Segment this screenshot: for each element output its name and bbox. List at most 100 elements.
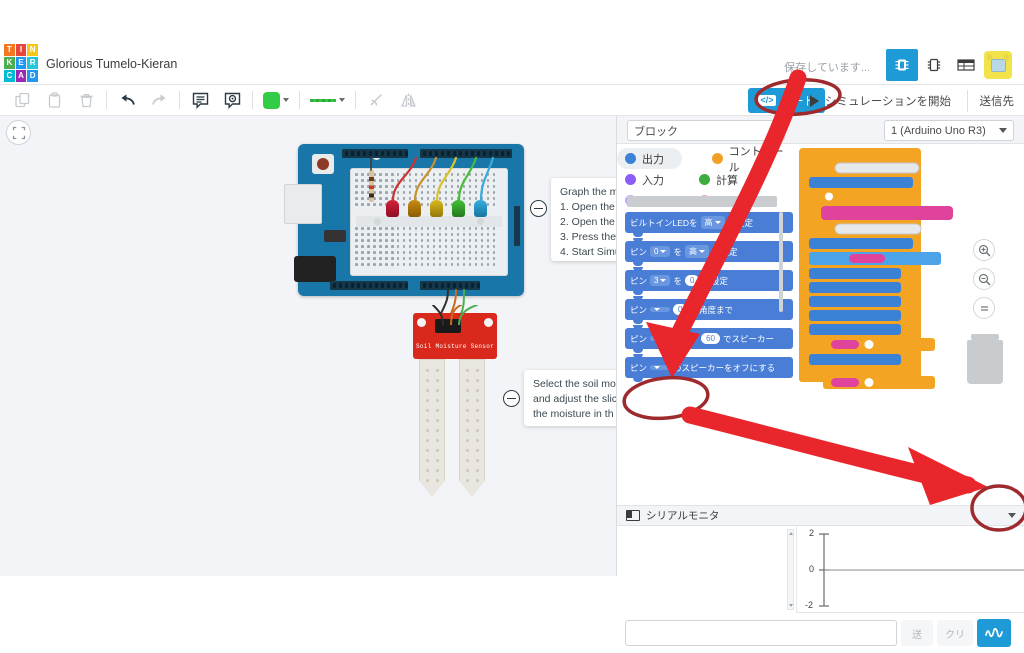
undo-button[interactable] [111,85,143,115]
serial-output-scrollbar[interactable] [787,529,794,610]
toolbar-divider [355,91,356,109]
prong-hole [466,399,469,402]
block-dropdown[interactable]: 高 [684,245,709,258]
trash-can-icon[interactable] [967,334,1003,384]
callout-collapse-toggle-1[interactable] [530,200,547,217]
sensor-label: Soil Moisture Sensor [415,343,494,350]
prong-hole [476,389,479,392]
start-simulation-button[interactable]: シミュレーションを開始 [809,90,951,112]
block-text: の角度まで [690,304,733,315]
toolbar-divider [252,91,253,109]
serial-send-button[interactable]: 送 [901,620,933,646]
color-swatch[interactable] [263,91,280,109]
components-panel-icon[interactable] [886,49,918,81]
sensor-lead-wires [432,305,478,325]
note-button[interactable] [184,85,216,115]
prong-hole [476,379,479,382]
paste-button[interactable] [38,85,70,115]
prong-hole [426,439,429,442]
serial-monitor-bar[interactable]: シリアルモニタ [617,505,1024,526]
block-dropdown[interactable] [650,336,671,341]
block-dropdown[interactable]: 3 [650,275,671,286]
palette-scrollbar[interactable] [779,212,783,312]
category-control[interactable]: コントロール [704,146,787,174]
logo-letter: T [4,44,15,56]
circuit-chip-icon[interactable] [918,49,950,81]
block-speaker-tone[interactable]: ピン トーン 60 でスピーカー [625,325,793,353]
prong-hole [476,469,479,472]
mirror-button[interactable] [392,85,424,115]
fit-view-button[interactable] [6,120,31,145]
prong-hole [466,459,469,462]
block-dropdown-value: 高 [704,218,713,227]
zoom-out-button[interactable] [973,268,995,290]
block-dropdown[interactable]: 0 [650,246,671,257]
prong-hole [476,409,479,412]
block-set-pin-state[interactable]: ピン 0 を 高 に設定 [625,238,793,266]
prong-hole [476,479,479,482]
serial-clear-button[interactable]: クリ [937,620,973,646]
block-number-input[interactable]: 0 [684,275,700,286]
block-servo-angle[interactable]: ピン 0 の角度まで [625,296,793,324]
block-dropdown[interactable] [650,307,671,312]
callout-collapse-toggle-2[interactable] [503,390,520,407]
block-dropdown[interactable]: 高 [700,216,725,229]
prong-hole [436,459,439,462]
toolbar-divider [106,91,107,109]
category-input[interactable]: 入力 [617,169,691,190]
comment-button[interactable] [216,85,248,115]
logo-letter: K [4,57,15,69]
redo-button[interactable] [143,85,175,115]
category-label: 出力 [642,153,664,166]
block-builtin-led[interactable]: ビルトインLEDを 高 に設定 [625,212,793,237]
category-output[interactable]: 出力 [617,148,682,169]
zoom-in-button[interactable] [973,239,995,261]
block-palette: 出力 コントロール 入力 計算 ビルトインLEDを 高 に設定 ピン 0 を 高… [617,144,793,399]
category-color-dot [625,174,636,185]
board-select[interactable]: 1 (Arduino Uno R3) [884,120,1014,141]
prong-hole [426,389,429,392]
delete-button[interactable] [70,85,102,115]
block-search-input[interactable] [627,196,777,207]
category-math[interactable]: 計算 [691,169,787,190]
arduino-uno-board[interactable] [284,144,524,314]
block-number-input[interactable]: 60 [701,333,720,344]
block-set-pin-pwm[interactable]: ピン 3 を 0 に設定 [625,267,793,295]
serial-monitor-footer: 送 クリ [617,613,1024,653]
prong-hole [436,479,439,482]
serial-monitor-icon [626,510,640,521]
chevron-down-icon[interactable] [339,98,345,102]
chevron-down-icon[interactable] [1008,513,1016,518]
copy-button[interactable] [6,85,38,115]
prong-hole [436,449,439,452]
user-avatar[interactable] [982,49,1014,81]
send-to-button[interactable]: 送信先 [966,90,1014,112]
graph-toggle-button[interactable] [977,619,1011,647]
tinkercad-logo[interactable]: T I N K E R C A D [4,44,38,82]
chevron-down-icon[interactable] [283,98,289,102]
block-text: に設定 [711,246,738,257]
tinkercad-circuits-app: T I N K E R C A D Glorious Tumelo-Kieran… [0,0,1024,653]
prong-hole [476,459,479,462]
block-number-input[interactable]: 0 [673,304,688,315]
bom-list-icon[interactable] [950,49,982,81]
fit-blocks-button[interactable] [973,297,995,319]
prong-hole [466,429,469,432]
soil-moisture-sensor[interactable]: Soil Moisture Sensor [405,305,505,499]
rotate-button[interactable] [360,85,392,115]
prong-hole [466,449,469,452]
prong-hole [426,399,429,402]
block-speaker-off[interactable]: ピン のスピーカーをオフにする [625,354,793,382]
line-style-picker[interactable] [304,98,351,102]
editor-mode-select[interactable]: ブロック [627,120,785,141]
serial-send-input[interactable] [625,620,897,646]
document-title[interactable]: Glorious Tumelo-Kieran [46,57,177,71]
serial-output-text[interactable] [617,526,797,613]
block-workspace[interactable] [793,144,1024,399]
block-dropdown-value: 3 [654,276,659,285]
fill-color-picker[interactable] [257,91,295,109]
block-text: ピン [630,246,648,257]
block-text: ピン [630,362,648,373]
block-dropdown[interactable] [650,365,671,370]
prong-hole [426,409,429,412]
